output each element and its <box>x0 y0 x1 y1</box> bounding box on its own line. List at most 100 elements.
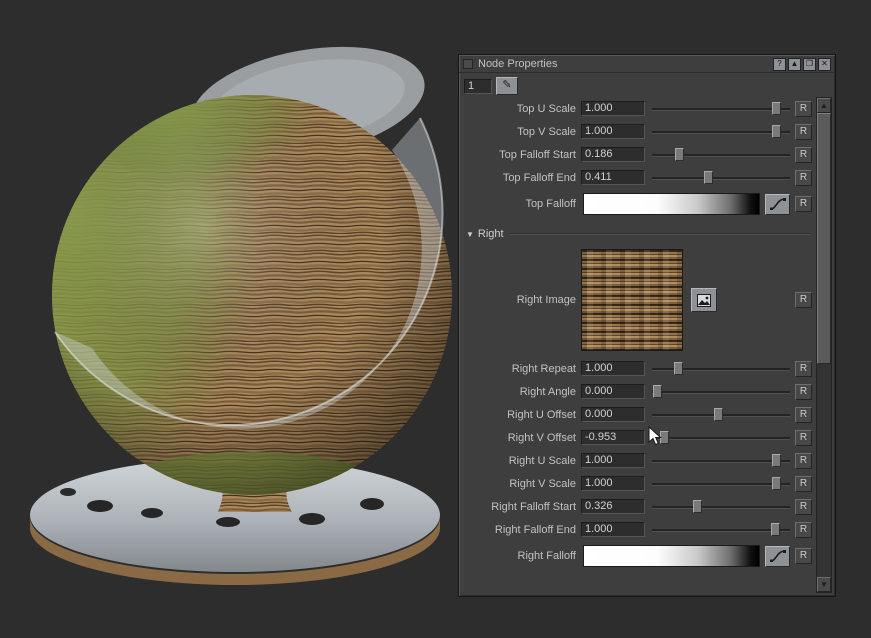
value-field[interactable]: 1.000 <box>581 453 645 468</box>
slider-handle[interactable] <box>674 362 683 375</box>
slider-track <box>652 483 790 486</box>
slider[interactable] <box>652 384 790 400</box>
value-field[interactable]: 0.186 <box>581 147 645 162</box>
scrollbar-thumb[interactable] <box>817 113 831 364</box>
slider-handle[interactable] <box>693 500 702 513</box>
scrollbar-track[interactable] <box>817 113 831 577</box>
property-row: Top Falloff Start 0.186 R <box>464 143 814 166</box>
slider-handle[interactable] <box>772 125 781 138</box>
slider[interactable] <box>652 476 790 492</box>
slider[interactable] <box>652 124 790 140</box>
value-field[interactable]: -0.953 <box>581 430 645 445</box>
slider[interactable] <box>652 407 790 423</box>
slider-handle[interactable] <box>704 171 713 184</box>
falloff-gradient-bar[interactable] <box>583 193 760 215</box>
property-label: Right U Offset <box>464 409 581 421</box>
slider[interactable] <box>652 147 790 163</box>
reset-button[interactable]: R <box>795 101 812 117</box>
reset-button[interactable]: R <box>795 499 812 515</box>
property-row: Right Falloff End 1.000 R <box>464 518 814 541</box>
slider-track <box>652 177 790 180</box>
falloff-gradient-bar[interactable] <box>583 545 760 567</box>
gradient-row: Top Falloff R <box>464 189 814 219</box>
image-picker-button[interactable] <box>691 288 717 312</box>
slider-handle[interactable] <box>660 431 669 444</box>
slider[interactable] <box>652 361 790 377</box>
property-label: Right Falloff End <box>464 524 581 536</box>
slider[interactable] <box>652 453 790 469</box>
value-field[interactable]: 0.000 <box>581 384 645 399</box>
value-field[interactable]: 1.000 <box>581 522 645 537</box>
property-label: Top V Scale <box>464 126 581 138</box>
value-field[interactable]: 0.000 <box>581 407 645 422</box>
slider-track <box>652 437 790 440</box>
value-field[interactable]: 1.000 <box>581 361 645 376</box>
reset-button[interactable]: R <box>795 453 812 469</box>
value-field[interactable]: 1.000 <box>581 476 645 491</box>
property-label: Right Falloff <box>464 550 581 562</box>
reset-button[interactable]: R <box>795 170 812 186</box>
envelope-button[interactable] <box>765 194 790 215</box>
help-icon[interactable]: ? <box>773 58 786 71</box>
panel-grip-icon <box>463 59 473 69</box>
scrollbar[interactable]: ▲ ▼ <box>816 97 832 593</box>
property-row: Right Angle 0.000 R <box>464 380 814 403</box>
reset-button[interactable]: R <box>795 292 812 308</box>
value-field[interactable]: 0.411 <box>581 170 645 185</box>
section-header-right[interactable]: ▼ Right <box>464 223 814 245</box>
panel-title: Node Properties <box>478 58 558 70</box>
slider[interactable] <box>652 522 790 538</box>
material-preview-render <box>0 0 465 630</box>
property-row: Right U Offset 0.000 R <box>464 403 814 426</box>
collapse-triangle-icon[interactable]: ▼ <box>466 230 474 239</box>
close-icon[interactable]: ✕ <box>818 58 831 71</box>
reset-button[interactable]: R <box>795 384 812 400</box>
slider-handle[interactable] <box>714 408 723 421</box>
value-field[interactable]: 1.000 <box>581 101 645 116</box>
reset-button[interactable]: R <box>795 476 812 492</box>
slider-handle[interactable] <box>772 454 781 467</box>
envelope-button[interactable] <box>765 546 790 567</box>
slider-track <box>652 529 790 532</box>
image-thumbnail[interactable] <box>581 249 683 351</box>
slider-handle[interactable] <box>772 102 781 115</box>
reset-button[interactable]: R <box>795 361 812 377</box>
slider-track <box>652 108 790 111</box>
slider[interactable] <box>652 101 790 117</box>
slider[interactable] <box>652 430 790 446</box>
value-field[interactable]: 1.000 <box>581 124 645 139</box>
application-window: Node Properties ? ▲ ❐ ✕ 1 ✎ Top U Scale … <box>0 0 871 638</box>
scroll-down-button[interactable]: ▼ <box>817 577 831 592</box>
slider-handle[interactable] <box>771 523 780 536</box>
scroll-up-button[interactable]: ▲ <box>817 98 831 113</box>
property-label: Right V Offset <box>464 432 581 444</box>
reset-button[interactable]: R <box>795 124 812 140</box>
minimize-icon[interactable]: ❐ <box>803 58 816 71</box>
edit-button[interactable]: ✎ <box>496 77 518 95</box>
panel-titlebar[interactable]: Node Properties ? ▲ ❐ ✕ <box>459 55 835 73</box>
slider-track <box>652 391 790 394</box>
slider-handle[interactable] <box>772 477 781 490</box>
reset-button[interactable]: R <box>795 522 812 538</box>
reset-button[interactable]: R <box>795 196 812 212</box>
node-index-field[interactable]: 1 <box>464 79 492 94</box>
reset-button[interactable]: R <box>795 430 812 446</box>
property-label: Top Falloff End <box>464 172 581 184</box>
slider[interactable] <box>652 499 790 515</box>
slider-handle[interactable] <box>675 148 684 161</box>
property-row: Right V Offset -0.953 R <box>464 426 814 449</box>
reset-button[interactable]: R <box>795 407 812 423</box>
rollup-icon[interactable]: ▲ <box>788 58 801 71</box>
property-row: Top U Scale 1.000 R <box>464 97 814 120</box>
value-field[interactable]: 0.326 <box>581 499 645 514</box>
property-row: Top Falloff End 0.411 R <box>464 166 814 189</box>
slider-handle[interactable] <box>653 385 662 398</box>
properties-list: Top U Scale 1.000 R Top V Scale 1.000 R … <box>462 97 814 593</box>
slider-track <box>652 154 790 157</box>
slider[interactable] <box>652 170 790 186</box>
slider-track <box>652 131 790 134</box>
property-row: Right Falloff Start 0.326 R <box>464 495 814 518</box>
property-row: Right V Scale 1.000 R <box>464 472 814 495</box>
reset-button[interactable]: R <box>795 548 812 564</box>
reset-button[interactable]: R <box>795 147 812 163</box>
